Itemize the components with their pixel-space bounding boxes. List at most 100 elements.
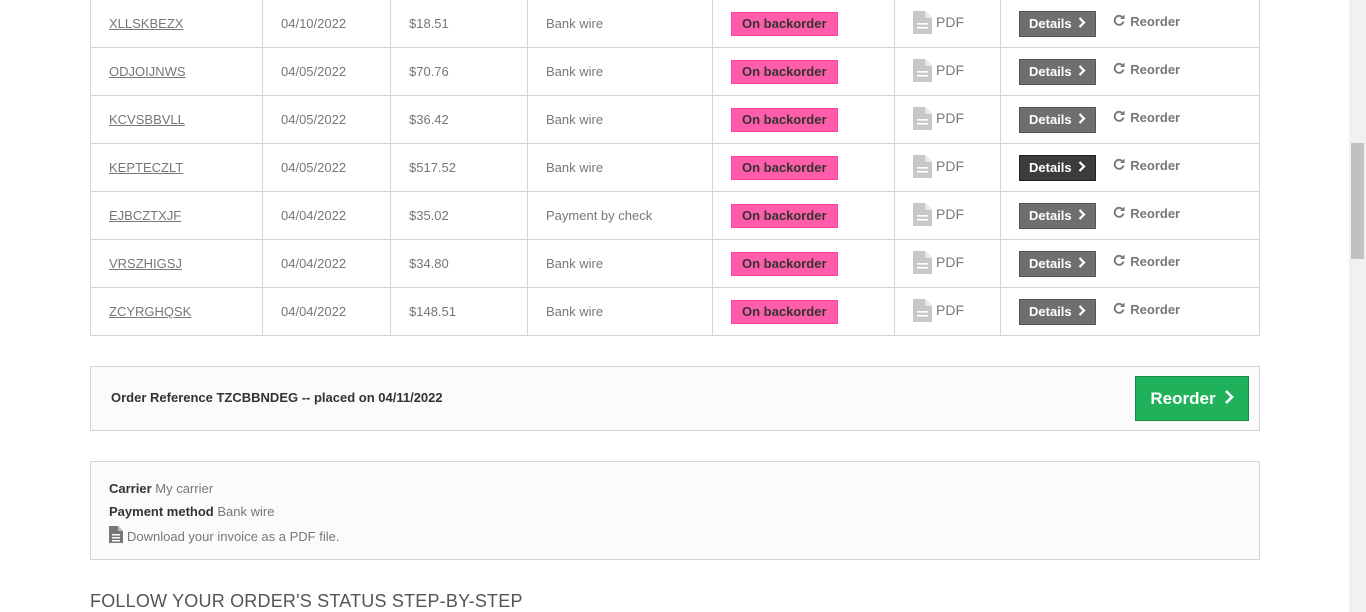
details-button-label: Details — [1029, 303, 1072, 319]
details-button[interactable]: Details — [1019, 106, 1096, 133]
order-date-cell: 04/05/2022 — [262, 143, 391, 192]
pdf-file-icon — [913, 106, 932, 130]
order-reference-link[interactable]: VRSZHIGSJ — [109, 256, 182, 271]
order-reference-cell: VRSZHIGSJ — [90, 239, 263, 288]
order-history-body: XLLSKBEZX 04/10/2022 $18.51 Bank wire On… — [90, 0, 1260, 336]
details-button[interactable]: Details — [1019, 250, 1096, 277]
chevron-right-icon — [1078, 208, 1086, 224]
reorder-link[interactable]: Reorder — [1113, 254, 1180, 269]
reorder-button[interactable]: Reorder — [1135, 376, 1249, 421]
invoice-pdf-link[interactable]: PDF — [913, 202, 964, 226]
order-price-cell: $36.42 — [390, 95, 528, 144]
order-history-table: XLLSKBEZX 04/10/2022 $18.51 Bank wire On… — [90, 0, 1260, 336]
order-status-cell: On backorder — [712, 239, 895, 288]
reorder-link-label: Reorder — [1130, 109, 1181, 125]
order-date-cell: 04/04/2022 — [262, 287, 391, 336]
refresh-icon — [1113, 254, 1125, 269]
order-reference-cell: KEPTECZLT — [90, 143, 263, 192]
chevron-right-icon — [1224, 389, 1234, 409]
invoice-pdf-link[interactable]: PDF — [913, 154, 964, 178]
pdf-file-icon — [913, 298, 932, 322]
pdf-file-icon — [913, 202, 932, 226]
order-reference-cell: XLLSKBEZX — [90, 0, 263, 48]
chevron-right-icon — [1078, 160, 1086, 176]
order-reference-cell: EJBCZTXJF — [90, 191, 263, 240]
order-reference-link[interactable]: XLLSKBEZX — [109, 16, 183, 31]
invoice-download-link[interactable]: Download your invoice as a PDF file. — [109, 526, 1241, 546]
chevron-right-icon — [1078, 256, 1086, 272]
invoice-pdf-label: PDF — [936, 14, 964, 30]
reorder-link[interactable]: Reorder — [1113, 62, 1180, 77]
pdf-file-icon — [913, 10, 932, 34]
details-button-label: Details — [1029, 159, 1072, 175]
order-actions-cell: Details Reorder — [1000, 287, 1260, 336]
reorder-link-label: Reorder — [1130, 13, 1181, 29]
details-button[interactable]: Details — [1019, 58, 1096, 85]
invoice-pdf-label: PDF — [936, 110, 964, 126]
refresh-icon — [1113, 110, 1125, 125]
details-button[interactable]: Details — [1019, 154, 1096, 181]
order-payment-cell: Payment by check — [527, 191, 713, 240]
order-status-cell: On backorder — [712, 191, 895, 240]
details-button[interactable]: Details — [1019, 298, 1096, 325]
table-row: EJBCZTXJF 04/04/2022 $35.02 Payment by c… — [90, 191, 1260, 240]
order-price-cell: $35.02 — [390, 191, 528, 240]
status-badge: On backorder — [731, 11, 838, 36]
invoice-download-text: Download your invoice as a PDF file. — [127, 528, 340, 544]
chevron-right-icon — [1078, 64, 1086, 80]
order-date-cell: 04/04/2022 — [262, 239, 391, 288]
reorder-link[interactable]: Reorder — [1113, 110, 1180, 125]
table-row: ODJOIJNWS 04/05/2022 $70.76 Bank wire On… — [90, 47, 1260, 96]
order-payment-cell: Bank wire — [527, 0, 713, 48]
order-date-cell: 04/04/2022 — [262, 191, 391, 240]
order-price-cell: $148.51 — [390, 287, 528, 336]
reorder-link[interactable]: Reorder — [1113, 302, 1180, 317]
reorder-link-label: Reorder — [1130, 157, 1181, 173]
invoice-pdf-label: PDF — [936, 158, 964, 174]
pdf-file-icon — [913, 250, 932, 274]
invoice-pdf-link[interactable]: PDF — [913, 58, 964, 82]
details-button-label: Details — [1029, 207, 1072, 223]
status-badge: On backorder — [731, 299, 838, 324]
payment-method-value: Bank wire — [217, 504, 275, 519]
order-reference-link[interactable]: KEPTECZLT — [109, 160, 183, 175]
refresh-icon — [1113, 302, 1125, 317]
reorder-button-label: Reorder — [1150, 388, 1216, 408]
details-button[interactable]: Details — [1019, 10, 1096, 37]
table-row: VRSZHIGSJ 04/04/2022 $34.80 Bank wire On… — [90, 239, 1260, 288]
invoice-pdf-link[interactable]: PDF — [913, 250, 964, 274]
reorder-link[interactable]: Reorder — [1113, 14, 1180, 29]
vertical-scrollbar[interactable] — [1349, 0, 1366, 612]
order-status-cell: On backorder — [712, 287, 895, 336]
invoice-pdf-link[interactable]: PDF — [913, 10, 964, 34]
reorder-link-label: Reorder — [1130, 301, 1181, 317]
order-reference-link[interactable]: ZCYRGHQSK — [109, 304, 191, 319]
order-reference-link[interactable]: KCVSBBVLL — [109, 112, 185, 127]
order-payment-cell: Bank wire — [527, 47, 713, 96]
payment-method-label: Payment method — [109, 504, 214, 519]
order-payment-cell: Bank wire — [527, 95, 713, 144]
scrollbar-thumb[interactable] — [1351, 143, 1364, 259]
file-icon — [109, 526, 123, 546]
order-payment-cell: Bank wire — [527, 239, 713, 288]
invoice-pdf-link[interactable]: PDF — [913, 106, 964, 130]
order-detail-header: Order Reference TZCBBNDEG -- placed on 0… — [90, 366, 1260, 431]
order-invoice-cell: PDF — [894, 143, 1001, 192]
chevron-right-icon — [1078, 112, 1086, 128]
details-button-label: Details — [1029, 255, 1072, 271]
order-invoice-cell: PDF — [894, 47, 1001, 96]
reorder-link[interactable]: Reorder — [1113, 158, 1180, 173]
details-button[interactable]: Details — [1019, 202, 1096, 229]
invoice-pdf-link[interactable]: PDF — [913, 298, 964, 322]
order-reference-cell: ZCYRGHQSK — [90, 287, 263, 336]
reorder-link[interactable]: Reorder — [1113, 206, 1180, 221]
refresh-icon — [1113, 14, 1125, 29]
order-price-cell: $70.76 — [390, 47, 528, 96]
reorder-link-label: Reorder — [1130, 205, 1181, 221]
order-reference-link[interactable]: ODJOIJNWS — [109, 64, 186, 79]
order-info-box: Carrier My carrier Payment method Bank w… — [90, 461, 1260, 560]
order-status-heading: FOLLOW YOUR ORDER'S STATUS STEP-BY-STEP — [90, 591, 523, 611]
pdf-file-icon — [913, 154, 932, 178]
order-reference-link[interactable]: EJBCZTXJF — [109, 208, 181, 223]
order-payment-cell: Bank wire — [527, 287, 713, 336]
